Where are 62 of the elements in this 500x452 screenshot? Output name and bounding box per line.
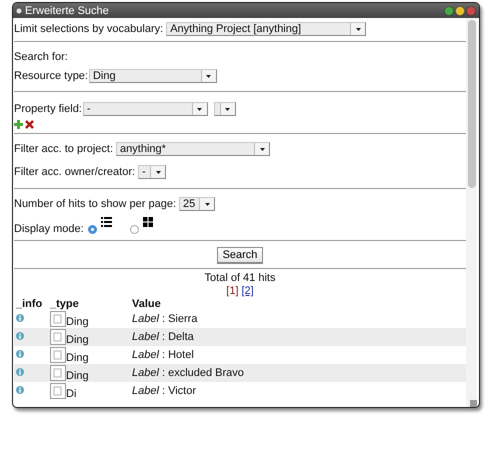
value-cell: Label : Victor [130,382,466,400]
dropdown-arrow-icon [356,28,361,30]
list-icon [100,217,112,227]
project-dropdown[interactable]: anything* [116,142,270,156]
type-text: Ding [66,370,89,382]
resize-grip[interactable] [470,400,477,407]
remove-icon[interactable] [25,120,34,129]
dropdown-arrow-icon [260,148,265,150]
column-header: _type [49,298,80,310]
type-text: Ding [66,334,89,346]
dropdown-arrow-icon [204,202,210,206]
radio-button[interactable] [130,224,139,234]
property-dropdown[interactable]: - [82,102,208,116]
image-placeholder-icon [50,365,66,381]
type-text: Ding [66,316,89,328]
resource-type-dropdown[interactable]: Ding [88,69,217,83]
owner-dropdown[interactable]: - [138,165,166,179]
value-cell: Label : Sierra [130,310,466,328]
field-label: Number of hits to show per page: [14,198,176,210]
field-label: Display mode: [14,223,84,235]
grid-icon [142,217,153,227]
current-page[interactable]: [1] [226,285,238,297]
page-link[interactable]: [2] [242,285,254,297]
vocabulary-dropdown[interactable]: Anything Project [anything] [166,22,366,36]
field-label: Filter acc. to project: [14,143,114,155]
dropdown-arrow-icon [197,108,202,110]
value-cell: Label : Delta [130,328,466,346]
value-cell: Label : excluded Bravo [130,364,466,382]
search-button[interactable]: Search [216,247,264,264]
info-icon[interactable] [16,350,24,358]
window-icon [16,8,22,14]
dropdown-arrow-icon [156,170,161,174]
maximize-button[interactable] [444,6,454,16]
dropdown-arrow-icon [206,74,212,78]
info-icon[interactable] [16,386,24,394]
field-label: Resource type: [14,70,88,82]
scrollbar-thumb[interactable] [468,20,476,188]
type-text: Di [66,388,76,400]
image-placeholder-icon [50,311,66,327]
results-count: Total of 41 hits [204,272,276,284]
info-icon[interactable] [16,314,24,322]
column-header: _info [15,298,44,310]
info-icon[interactable] [16,332,24,340]
field-label: Limit selections by vocabulary: [14,23,164,35]
value-cell: Label : Hotel [130,346,466,364]
field-label: Property field: [14,103,82,115]
dropdown-arrow-icon [225,108,230,110]
column-header: Value [131,298,162,310]
image-placeholder-icon [50,383,66,399]
radio-button[interactable] [88,224,97,234]
image-placeholder-icon [50,329,66,345]
scrollbar[interactable] [466,18,477,407]
info-icon[interactable] [16,368,24,376]
minimize-button[interactable] [455,6,465,16]
hits-per-page-dropdown[interactable]: 25 [179,197,216,211]
window-title: Erweiterte Suche [25,4,110,16]
add-icon[interactable] [14,120,23,129]
operator-dropdown[interactable] [214,102,236,116]
section-heading: Search for: [14,51,69,63]
field-label: Filter acc. owner/creator: [14,166,136,178]
type-text: Ding [66,352,89,364]
image-placeholder-icon [50,347,66,363]
